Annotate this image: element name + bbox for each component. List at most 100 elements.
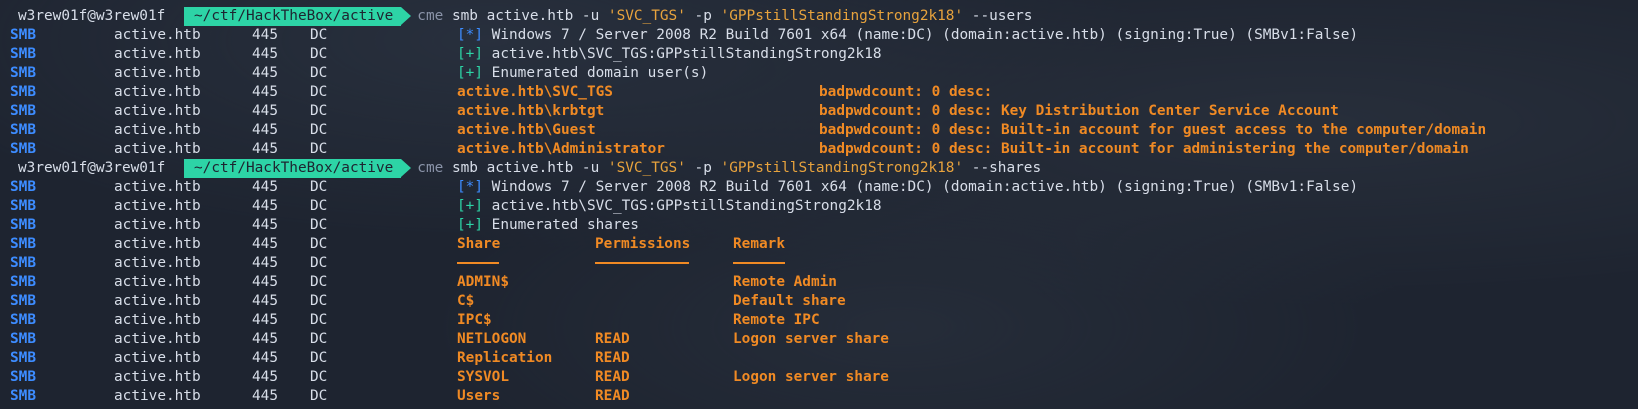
host-label: active.htb [114,293,201,309]
protocol-label: SMB [10,274,36,290]
status-mark: [+] [457,217,483,233]
prompt-user: w3rew01f@w3rew01f [18,8,166,24]
status-message: [+] active.htb\SVC_TGS:GPPstillStandingS… [457,46,882,62]
host-label: active.htb [114,27,201,43]
terminal-output[interactable]: w3rew01f@w3rew01f ~/ctf/HackTheBox/active… [10,0,1638,406]
header-underline [457,254,499,273]
share-name: IPC$ [457,312,492,328]
host-label: active.htb [114,274,201,290]
netbios-name: DC [310,331,328,347]
status-message: [+] Enumerated domain user(s) [457,65,709,81]
port-label: 445 [252,46,278,62]
user-name: active.htb\Guest [457,122,596,138]
protocol-label: SMB [10,369,36,385]
port-label: 445 [252,312,278,328]
output-row: SMB active.htb 445 DC [*] Windows 7 / Server… [10,26,1638,45]
protocol-label: SMB [10,46,36,62]
host-label: active.htb [114,84,201,100]
user-name: active.htb\Administrator [457,141,665,157]
netbios-name: DC [310,65,328,81]
protocol-label: SMB [10,27,36,43]
status-message: [+] Enumerated shares [457,217,639,233]
user-desc: badpwdcount: 0 desc: [819,84,993,100]
netbios-name: DC [310,293,328,309]
host-label: active.htb [114,65,201,81]
output-row: SMB active.htb 445 DC [+] Enumerated domain … [10,64,1638,83]
share-permission: READ [595,369,630,385]
prompt-path: ~/ctf/HackTheBox/active [184,7,412,26]
users-output-block: SMB active.htb 445 DC [*] Windows 7 / Server… [10,26,1638,159]
header-underline [733,254,785,273]
host-label: active.htb [114,312,201,328]
port-label: 445 [252,331,278,347]
output-row: SMB active.htb 445 DC SYSVOL READ Logon server… [10,368,1638,387]
shares-output-block: SMB active.htb 445 DC [*] Windows 7 / Server… [10,178,1638,406]
netbios-name: DC [310,84,328,100]
netbios-name: DC [310,236,328,252]
port-label: 445 [252,236,278,252]
output-row: SMB active.htb 445 DC [+] Enumerated shares [10,216,1638,235]
netbios-name: DC [310,217,328,233]
netbios-name: DC [310,388,328,404]
netbios-name: DC [310,27,328,43]
port-label: 445 [252,122,278,138]
protocol-label: SMB [10,84,36,100]
netbios-name: DC [310,179,328,195]
protocol-label: SMB [10,293,36,309]
port-label: 445 [252,198,278,214]
protocol-label: SMB [10,198,36,214]
protocol-label: SMB [10,388,36,404]
share-remark: Remote IPC [733,312,820,328]
user-desc: badpwdcount: 0 desc: Built-in account fo… [819,122,1487,138]
output-row: SMB active.htb 445 DC active.htb\SVC_TGS badp… [10,83,1638,102]
user-desc: badpwdcount: 0 desc: Built-in account fo… [819,141,1469,157]
share-remark: Logon server share [733,369,889,385]
protocol-label: SMB [10,331,36,347]
protocol-label: SMB [10,312,36,328]
netbios-name: DC [310,122,328,138]
netbios-name: DC [310,274,328,290]
host-label: active.htb [114,350,201,366]
output-row: SMB active.htb 445 DC [+] active.htb\SVC_TGS… [10,45,1638,64]
output-row: SMB active.htb 445 DC ADMIN$ Remote Admin [10,273,1638,292]
share-permission: READ [595,388,630,404]
port-label: 445 [252,255,278,271]
remark-header: Remark [733,236,785,252]
host-label: active.htb [114,217,201,233]
output-row: SMB active.htb 445 DC IPC$ Remote IPC [10,311,1638,330]
host-label: active.htb [114,388,201,404]
netbios-name: DC [310,369,328,385]
output-row: SMB active.htb 445 DC Users READ [10,387,1638,406]
status-mark: [*] [457,27,483,43]
netbios-name: DC [310,198,328,214]
share-permission: READ [595,350,630,366]
port-label: 445 [252,350,278,366]
protocol-label: SMB [10,350,36,366]
prompt-path: ~/ctf/HackTheBox/active [184,159,412,178]
netbios-name: DC [310,312,328,328]
output-row: SMB active.htb 445 DC active.htb\Administrat… [10,140,1638,159]
prompt-line-users: w3rew01f@w3rew01f ~/ctf/HackTheBox/active… [10,7,1638,26]
permissions-header: Permissions [595,236,691,252]
output-row: SMB active.htb 445 DC [*] Windows 7 / Server… [10,178,1638,197]
user-name: active.htb\krbtgt [457,103,605,119]
protocol-label: SMB [10,141,36,157]
header-underline [595,254,689,273]
output-row: SMB active.htb 445 DC C$ Default share [10,292,1638,311]
host-label: active.htb [114,46,201,62]
port-label: 445 [252,179,278,195]
port-label: 445 [252,388,278,404]
share-name: ADMIN$ [457,274,509,290]
command-users: cme smb active.htb -u 'SVC_TGS' -p 'GPPs… [417,8,1033,24]
share-name: SYSVOL [457,369,509,385]
status-mark: [+] [457,198,483,214]
netbios-name: DC [310,103,328,119]
output-row: SMB active.htb 445 DC [+] active.htb\SVC_TGS… [10,197,1638,216]
port-label: 445 [252,65,278,81]
netbios-name: DC [310,46,328,62]
port-label: 445 [252,293,278,309]
share-remark: Logon server share [733,331,889,347]
port-label: 445 [252,274,278,290]
netbios-name: DC [310,141,328,157]
prompt-user: w3rew01f@w3rew01f [18,160,166,176]
